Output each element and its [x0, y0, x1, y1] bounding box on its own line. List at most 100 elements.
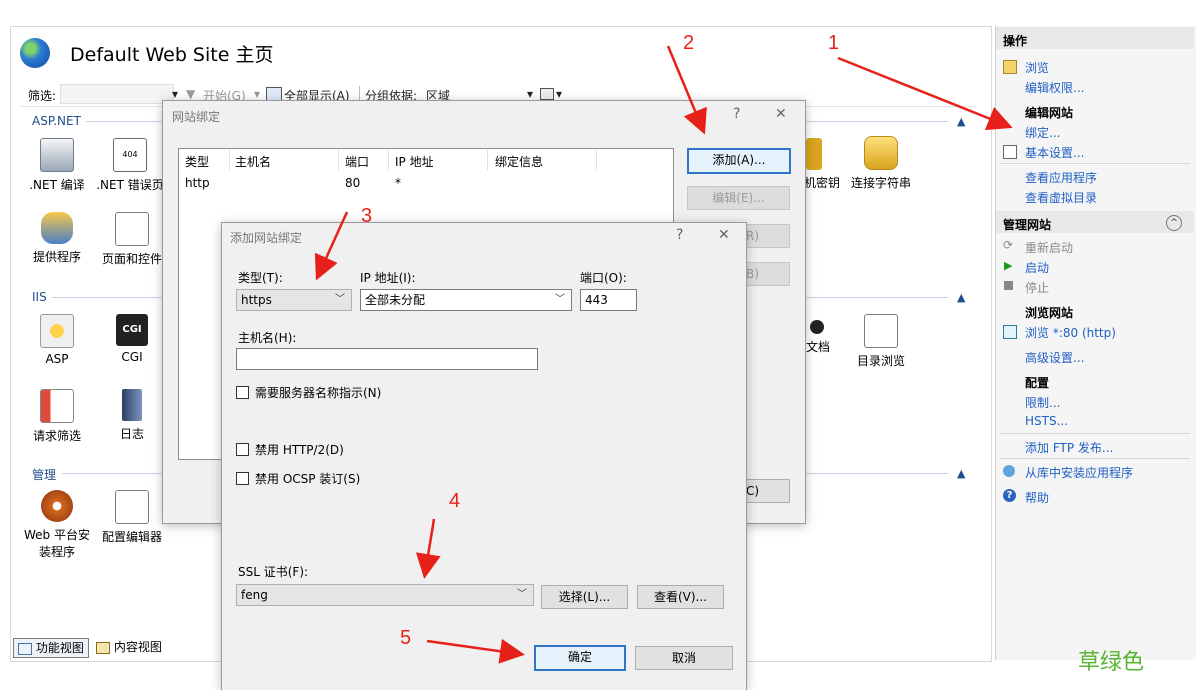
page-title: Default Web Site 主页	[70, 44, 274, 66]
features-view-button[interactable]: 功能视图	[13, 638, 89, 658]
feature-configuration-editor[interactable]: 配置编辑器	[97, 490, 167, 545]
feature-net-compile[interactable]: .NET 编译	[22, 138, 92, 193]
content-view-button[interactable]: 内容视图	[92, 638, 166, 656]
stop-icon	[1004, 281, 1013, 290]
collapse-aspnet-icon[interactable]: ▲	[957, 115, 965, 128]
filter-input[interactable]	[60, 84, 174, 104]
bindings-column-host[interactable]: 主机名	[235, 153, 271, 170]
hsts-link[interactable]: HSTS...	[1025, 414, 1068, 428]
help-link[interactable]: 帮助	[1025, 489, 1049, 506]
feature-label: 请求筛选	[32, 429, 81, 443]
annotation-number-5: 5	[400, 627, 412, 649]
limits-link[interactable]: 限制...	[1025, 394, 1060, 411]
add-binding-close-button[interactable]: ✕	[718, 227, 730, 243]
add-binding-button[interactable]: 添加(A)...	[687, 148, 791, 174]
feature-label: Web 平台安	[24, 528, 90, 542]
host-name-input[interactable]	[236, 348, 538, 370]
browse-port-icon	[1003, 325, 1017, 339]
feature-connection-strings[interactable]: 连接字符串	[846, 136, 916, 191]
disable-ocsp-label: 禁用 OCSP 装订(S)	[255, 472, 361, 486]
view-virtual-directories-link[interactable]: 查看虚拟目录	[1025, 189, 1097, 206]
cancel-button[interactable]: 取消	[635, 646, 733, 670]
view-cert-button[interactable]: 查看(V)...	[637, 585, 724, 609]
column-separator	[229, 150, 230, 170]
browse-port-80-link[interactable]: 浏览 *:80 (http)	[1025, 324, 1116, 341]
restart-link[interactable]: 重新启动	[1025, 239, 1073, 256]
annotation-number-3: 3	[361, 205, 373, 227]
ip-address-value: 全部未分配	[365, 293, 426, 307]
disable-ocsp-checkbox[interactable]	[236, 472, 249, 485]
feature-providers[interactable]: 提供程序	[22, 212, 92, 265]
bindings-column-port[interactable]: 端口	[345, 153, 369, 170]
sni-label: 需要服务器名称指示(N)	[255, 386, 382, 400]
bindings-column-info[interactable]: 绑定信息	[495, 153, 543, 170]
feature-label: .NET 编译	[29, 178, 85, 192]
edit-binding-button[interactable]: 编辑(E)...	[687, 186, 790, 210]
feature-asp[interactable]: ASP	[22, 314, 92, 366]
collapse-manage-icon[interactable]: ▲	[957, 467, 965, 480]
show-all-icon	[266, 87, 282, 101]
disable-http2-label: 禁用 HTTP/2(D)	[255, 443, 344, 457]
configure-heading: 配置	[1025, 376, 1050, 390]
binding-row-type[interactable]: http	[185, 176, 210, 190]
type-select[interactable]: https ﹀	[236, 289, 352, 311]
site-bindings-close-button[interactable]: ✕	[775, 106, 787, 122]
ssl-cert-value: feng	[241, 588, 268, 602]
chevron-down-icon[interactable]: ▾	[254, 87, 260, 101]
feature-logging[interactable]: 日志	[97, 389, 167, 442]
browse-binding-label: B)	[746, 267, 759, 281]
start-link[interactable]: 启动	[1025, 259, 1049, 276]
pages-controls-icon	[115, 212, 149, 246]
feature-web-platform-installer[interactable]: Web 平台安 装程序	[22, 490, 92, 560]
group-by-chevron-icon[interactable]: ▾	[527, 87, 533, 101]
ssl-cert-label: SSL 证书(F):	[238, 565, 309, 579]
feature-label: 提供程序	[32, 250, 81, 264]
add-binding-help-button[interactable]: ?	[676, 227, 683, 243]
column-separator	[338, 150, 339, 170]
ok-button[interactable]: 确定	[534, 645, 626, 671]
install-from-gallery-link[interactable]: 从库中安装应用程序	[1025, 464, 1133, 481]
filter-dropdown-icon[interactable]: ▾	[172, 87, 178, 101]
collapse-iis-icon[interactable]: ▲	[957, 291, 965, 304]
feature-request-filtering[interactable]: 请求筛选	[22, 389, 92, 444]
error-404-icon: 404	[113, 138, 147, 172]
advanced-settings-link[interactable]: 高级设置...	[1025, 349, 1084, 366]
collapse-manage-site-icon[interactable]: ^	[1166, 215, 1182, 231]
start-icon: ▶	[1004, 259, 1013, 272]
site-bindings-help-button[interactable]: ?	[733, 106, 740, 122]
edit-permissions-link[interactable]: 编辑权限...	[1025, 79, 1084, 96]
sni-checkbox[interactable]	[236, 386, 249, 399]
chevron-down-icon: ﹀	[517, 589, 527, 600]
feature-label: CGI	[121, 350, 143, 364]
feature-label: 装程序	[38, 545, 75, 559]
feature-cgi[interactable]: CGI CGI	[97, 314, 167, 364]
view-mode-chevron-icon[interactable]: ▾	[556, 87, 562, 101]
view-applications-link[interactable]: 查看应用程序	[1025, 169, 1097, 186]
stop-link[interactable]: 停止	[1025, 279, 1049, 296]
binding-row-port[interactable]: 80	[345, 176, 360, 190]
select-cert-button[interactable]: 选择(L)...	[541, 585, 628, 609]
disable-http2-checkbox[interactable]	[236, 443, 249, 456]
asp-icon	[40, 314, 74, 348]
actions-divider	[1000, 458, 1190, 459]
basic-settings-link[interactable]: 基本设置...	[1025, 144, 1084, 161]
ip-address-label: IP 地址(I):	[360, 271, 416, 285]
port-input[interactable]: 443	[580, 289, 637, 311]
actions-title: 操作	[1003, 34, 1028, 48]
bindings-column-type[interactable]: 类型	[185, 153, 209, 170]
section-aspnet: ASP.NET	[32, 114, 81, 128]
add-ftp-publishing-link[interactable]: 添加 FTP 发布...	[1025, 439, 1113, 456]
bindings-column-ip[interactable]: IP 地址	[395, 153, 434, 170]
binding-row-ip[interactable]: *	[395, 176, 401, 190]
ssl-cert-select[interactable]: feng ﹀	[236, 584, 534, 606]
view-mode-icon[interactable]	[540, 88, 554, 100]
config-editor-icon	[115, 490, 149, 524]
add-binding-title: 添加网站绑定	[230, 231, 303, 245]
ip-address-select[interactable]: 全部未分配 ﹀	[360, 289, 572, 311]
feature-pages-controls[interactable]: 页面和控件	[97, 212, 167, 267]
browse-link[interactable]: 浏览	[1025, 59, 1049, 76]
feature-directory-browsing[interactable]: 目录浏览	[846, 314, 916, 369]
feature-net-error-pages[interactable]: 404 .NET 错误页	[95, 138, 165, 193]
remove-binding-label: R)	[746, 229, 760, 243]
bindings-link[interactable]: 绑定...	[1025, 124, 1060, 141]
